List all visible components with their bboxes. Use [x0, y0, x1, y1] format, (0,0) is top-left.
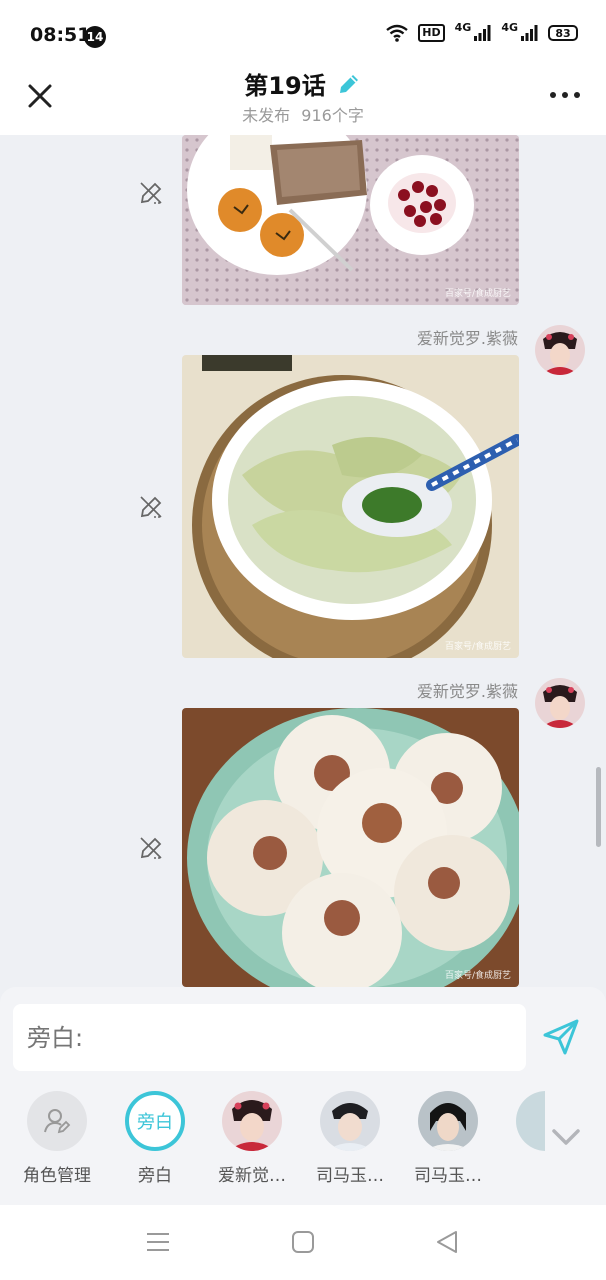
avatar-image [535, 325, 585, 375]
image-watermark: 百家号/食成厨艺 [444, 642, 511, 652]
edit-pencil-icon[interactable] [138, 180, 164, 206]
buns-image [182, 708, 519, 987]
avatar[interactable] [535, 678, 585, 728]
role-circle: 旁白 [125, 1091, 185, 1151]
sender-name: 爱新觉罗.紫薇 [416, 329, 518, 348]
role-label: 角色管理 [23, 1166, 91, 1186]
more-menu-button[interactable] [550, 88, 580, 102]
message-image[interactable]: 百家号/食成厨艺 [182, 708, 519, 987]
character-avatar-image [418, 1091, 478, 1151]
page-title: 第19话 [244, 72, 326, 100]
status-icons: HD 4G 4G 83 [386, 20, 578, 42]
avatar[interactable] [535, 325, 585, 375]
word-count: 916个字 [301, 106, 364, 125]
wonton-image [182, 355, 519, 658]
role-label: 司马玉… [316, 1166, 384, 1186]
role-narrator[interactable]: 旁白 旁白 [107, 1091, 203, 1186]
role-character[interactable]: 司马玉… [302, 1091, 398, 1186]
publish-status: 未发布 [242, 106, 291, 125]
more-dot [550, 92, 556, 98]
role-character[interactable]: 爱新觉… [204, 1091, 300, 1186]
message-image[interactable]: 百家号/食成厨艺 [182, 355, 519, 658]
role-avatar [418, 1091, 478, 1151]
role-circle [27, 1091, 87, 1151]
scrollbar-thumb[interactable] [596, 767, 601, 847]
notification-badge: 14 [84, 26, 106, 48]
send-icon[interactable] [541, 1017, 581, 1057]
message-image[interactable]: 百家号/食成厨艺 [182, 135, 519, 305]
chevron-down-icon[interactable] [550, 1127, 582, 1147]
role-avatar [516, 1091, 545, 1151]
person-edit-icon [44, 1109, 71, 1134]
subtitle: 未发布 916个字 [0, 102, 606, 126]
pencil-icon[interactable] [336, 71, 362, 97]
signal-icon [474, 25, 491, 41]
image-watermark: 百家号/食成厨艺 [444, 971, 511, 981]
sender-name: 爱新觉罗.紫薇 [416, 682, 518, 701]
edit-pencil-icon[interactable] [138, 835, 164, 861]
role-label: 司马玉… [414, 1166, 482, 1186]
image-watermark: 百家号/食成厨艺 [444, 289, 511, 299]
character-avatar-image [320, 1091, 380, 1151]
role-manage-button[interactable]: 角色管理 [9, 1091, 105, 1186]
battery-indicator: 83 [548, 25, 578, 41]
role-character[interactable]: 司马玉… [400, 1091, 496, 1186]
status-bar: 08:51 14 HD 4G 4G 83 [0, 0, 606, 60]
role-label: 爱新觉… [218, 1166, 286, 1186]
chat-area[interactable]: 百家号/食成厨艺 爱新觉罗.紫薇 百家号/食成厨艺 爱新觉罗.紫薇 百家号/食成… [0, 135, 606, 987]
role-avatar [320, 1091, 380, 1151]
header: 第19话 未发布 916个字 [0, 60, 606, 135]
composer-panel: 角色管理 旁白 旁白 爱新觉… [0, 987, 606, 1205]
avatar-image [535, 678, 585, 728]
message-input[interactable] [27, 1023, 512, 1052]
more-dot [574, 92, 580, 98]
edit-pencil-icon[interactable] [138, 494, 164, 520]
character-avatar-image [222, 1091, 282, 1151]
wifi-icon [386, 24, 409, 42]
home-icon[interactable] [290, 1229, 316, 1255]
system-nav-bar [0, 1205, 606, 1280]
title-row: 第19话 [0, 66, 606, 101]
role-selector: 角色管理 旁白 旁白 爱新觉… 司马玉… 司马玉… [0, 1091, 545, 1191]
back-icon[interactable] [434, 1229, 460, 1255]
role-label: 旁白 [138, 1166, 172, 1186]
message-input-box[interactable] [13, 1004, 526, 1071]
breakfast-image [182, 135, 519, 305]
hd-badge: HD [418, 24, 445, 42]
menu-icon[interactable] [145, 1229, 171, 1255]
network-label-2: 4G [501, 20, 518, 34]
role-character-partial[interactable] [498, 1091, 545, 1151]
network-label-1: 4G [454, 20, 472, 34]
status-time: 08:51 [30, 24, 91, 46]
signal-icon [521, 25, 538, 41]
more-dot [562, 92, 568, 98]
role-avatar [222, 1091, 282, 1151]
